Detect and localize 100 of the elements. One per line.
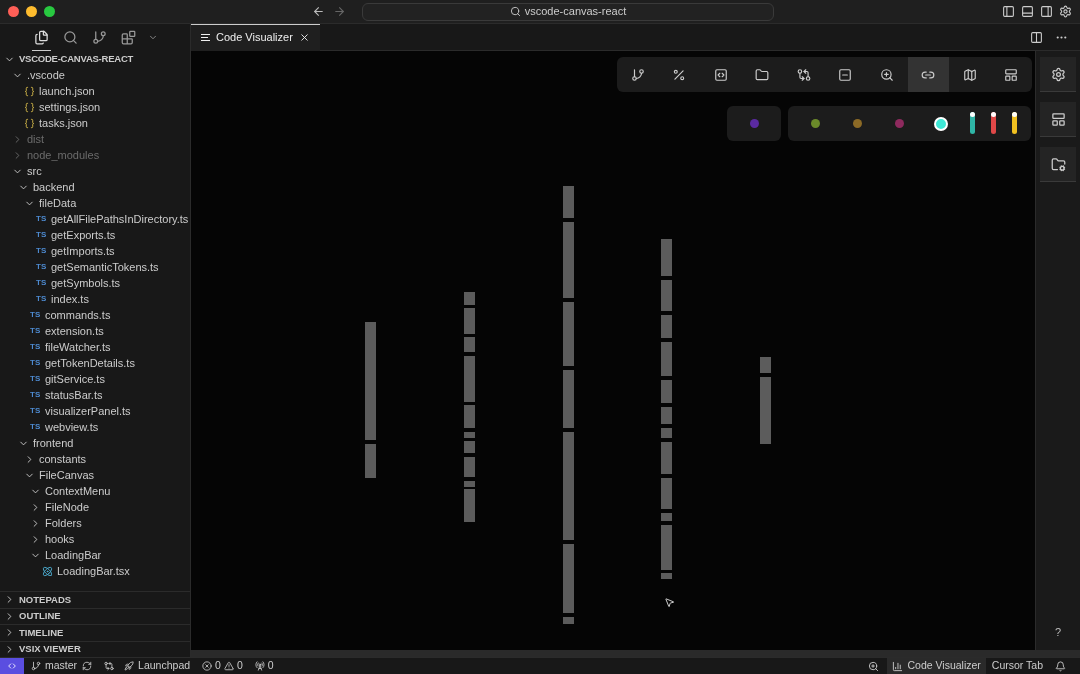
branch-name: master [45,658,78,674]
zoom-in-icon [879,67,894,82]
folder-item[interactable]: fileData [0,195,190,211]
layout-icon [1050,111,1066,127]
file-item[interactable]: TS getAllFilePathsInDirectory.ts [0,211,190,227]
status-item[interactable]: Code Visualizer [887,657,986,674]
bell-icon[interactable] [1055,660,1066,672]
color-toggle[interactable] [991,111,996,134]
antenna-icon[interactable] [254,661,265,671]
file-type-label: TS [30,373,41,385]
atom-icon [42,565,53,577]
file-item[interactable]: LoadingBar.tsx [0,563,190,579]
folder-item[interactable]: hooks [0,531,190,547]
settings-icon [1050,66,1066,82]
file-type-label: TS [36,261,47,273]
file-item[interactable]: TS getImports.ts [0,243,190,259]
folder-item[interactable]: FileNode [0,499,190,515]
bar-chart-icon [892,660,904,672]
file-item[interactable]: TS fileWatcher.ts [0,339,190,355]
file-type-label: TS [36,277,47,289]
minus-square-icon [838,67,853,82]
percent-icon [672,67,687,82]
folder-icon [755,67,770,82]
file-item[interactable]: TS statusBar.ts [0,387,190,403]
close-window-icon[interactable] [8,6,19,17]
error-icon[interactable] [202,661,213,671]
zoom-icon[interactable] [868,660,880,672]
git-graph-icon[interactable] [104,661,115,671]
file-type-label: TS [30,389,41,401]
file-item[interactable]: TS webview.ts [0,419,190,435]
folder-settings-icon [1050,156,1066,172]
close-icon[interactable] [298,32,310,43]
back-icon[interactable] [312,5,325,18]
section-header[interactable]: NOTEPADS [0,591,190,608]
branch-status[interactable]: master [31,658,78,674]
folder-item[interactable]: LoadingBar [0,547,190,563]
color-toggle[interactable] [970,111,975,134]
file-item[interactable]: settings.json [0,99,190,115]
side-tool-button[interactable] [1040,102,1076,137]
status-item[interactable]: Cursor Tab [985,657,1049,674]
maximize-window-icon[interactable] [44,6,55,17]
warning-icon[interactable] [223,661,234,671]
braces-icon [24,101,35,113]
compare-icon [796,67,811,82]
branch-icon [92,29,107,45]
file-item[interactable]: TS extension.ts [0,323,190,339]
file-type-label: TS [36,293,47,305]
file-item[interactable]: tasks.json [0,115,190,131]
file-item[interactable]: TS visualizerPanel.ts [0,403,190,419]
launchpad-status[interactable]: Launchpad [138,658,191,674]
split-editor-icon[interactable] [1030,30,1043,44]
side-tool-button[interactable] [1040,147,1076,182]
section-header[interactable]: TIMELINE [0,624,190,641]
map-icon [962,67,977,82]
error-count[interactable]: 0 [215,658,221,674]
braces-icon [24,117,35,129]
file-item[interactable]: TS getSymbols.ts [0,275,190,291]
help-text[interactable]: ? [1054,623,1062,640]
folder-item[interactable]: Folders [0,515,190,531]
file-item[interactable]: TS gitService.ts [0,371,190,387]
editor-tab[interactable]: Code Visualizer [191,23,320,51]
file-item[interactable]: TS getExports.ts [0,227,190,243]
rocket-icon[interactable] [124,661,135,671]
color-toggle[interactable] [1012,111,1017,134]
file-item[interactable]: TS commands.ts [0,307,190,323]
sync-icon[interactable] [82,661,93,671]
folder-item[interactable]: .vscode [0,67,190,83]
explorer-header[interactable]: VSCODE-CANVAS-REACT [0,51,190,67]
command-search-field[interactable]: vscode-canvas-react [362,2,774,21]
folder-item[interactable]: frontend [0,435,190,451]
file-item[interactable]: launch.json [0,83,190,99]
horizontal-scrollbar[interactable] [191,650,1080,657]
minimize-window-icon[interactable] [26,6,37,17]
file-type-label: TS [30,341,41,353]
file-type-label: TS [36,213,47,225]
toolbar-button[interactable] [907,57,949,92]
remote-button[interactable] [0,657,24,674]
warning-count[interactable]: 0 [236,658,243,674]
section-header[interactable]: OUTLINE [0,607,190,624]
file-type-label: TS [30,325,41,337]
panel-left-icon[interactable] [1002,5,1015,18]
folder-item[interactable]: ContextMenu [0,483,190,499]
panel-right-icon[interactable] [1040,5,1053,18]
file-item[interactable]: TS getTokenDetails.ts [0,355,190,371]
file-type-label: TS [30,309,41,321]
folder-item[interactable]: constants [0,451,190,467]
ports-count[interactable]: 0 [267,658,274,674]
file-item[interactable]: TS index.ts [0,291,190,307]
braces-icon [24,85,35,97]
panel-bottom-icon[interactable] [1021,5,1034,18]
branch-icon [31,661,41,671]
mouse-cursor-icon [664,597,675,608]
file-item[interactable]: TS getSemanticTokens.ts [0,259,190,275]
folder-item[interactable]: backend [0,179,190,195]
forward-icon[interactable] [333,5,346,18]
folder-item[interactable]: FileCanvas [0,467,190,483]
file-type-label: TS [36,245,47,257]
folder-item[interactable]: src [0,163,190,179]
side-tool-button[interactable] [1040,57,1076,92]
settings-icon[interactable] [1059,5,1072,18]
